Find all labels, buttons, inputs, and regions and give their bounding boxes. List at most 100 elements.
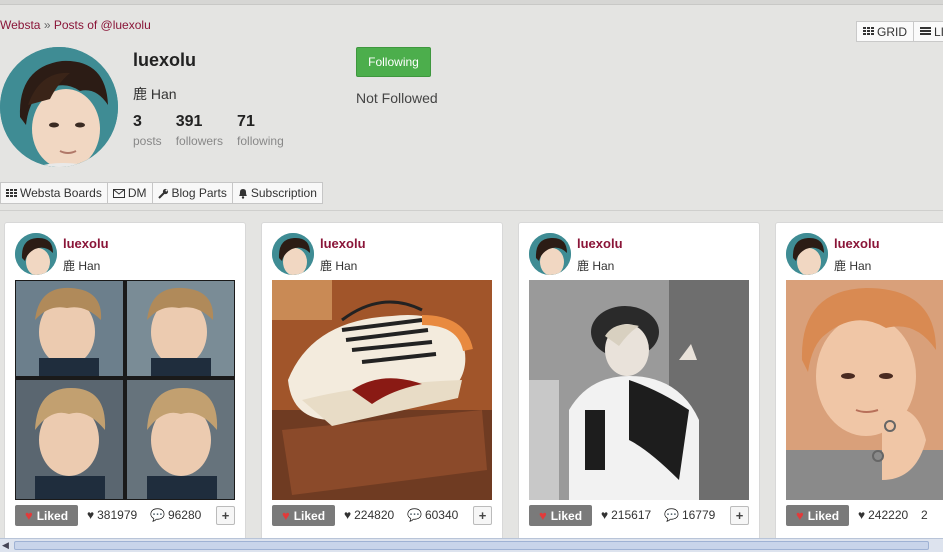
post-full-name: 鹿 Han — [63, 259, 101, 273]
like-count-value: 224820 — [354, 508, 395, 522]
stat-followers[interactable]: 391 followers — [176, 113, 223, 148]
blog-parts-button[interactable]: Blog Parts — [152, 182, 233, 204]
stat-followers-label: followers — [175, 134, 224, 148]
post-card: luexolu 鹿 Han ♥ Liked ♥ 242220 2 — [775, 222, 943, 552]
websta-boards-button[interactable]: Websta Boards — [0, 182, 108, 204]
like-count: ♥ 224820 — [344, 508, 394, 522]
blog-parts-label: Blog Parts — [171, 186, 227, 200]
table-icon — [6, 188, 17, 198]
heart-outline-icon: ♥ — [344, 508, 352, 522]
heart-outline-icon: ♥ — [858, 508, 866, 522]
stat-following[interactable]: 71 following — [237, 113, 284, 148]
stat-following-value: 71 — [237, 113, 255, 130]
comment-count-value: 60340 — [424, 508, 459, 522]
following-button[interactable]: Following — [356, 47, 431, 77]
scrollbar-thumb[interactable] — [14, 541, 929, 550]
post-avatar[interactable] — [529, 233, 571, 275]
post-avatar[interactable] — [15, 233, 57, 275]
grid-view-button[interactable]: GRID — [856, 21, 914, 42]
liked-button[interactable]: ♥ Liked — [272, 505, 335, 526]
list-icon — [920, 27, 931, 36]
grid-view-label: GRID — [877, 24, 907, 39]
stat-posts[interactable]: 3 posts — [133, 113, 162, 148]
post-username-link[interactable]: luexolu — [320, 236, 366, 251]
subscription-button[interactable]: Subscription — [232, 182, 323, 204]
post-card: luexolu 鹿 Han ♥ Liked ♥ 224820 💬 60340 + — [261, 222, 503, 552]
websta-boards-label: Websta Boards — [20, 186, 102, 200]
comment-count: 💬 60340 — [407, 508, 458, 522]
scroll-left-arrow-icon[interactable]: ◀ — [2, 540, 9, 551]
comment-count: 💬 96280 — [150, 508, 201, 522]
post-avatar[interactable] — [272, 233, 314, 275]
like-count-value: 215617 — [611, 508, 652, 522]
add-to-board-button[interactable]: + — [730, 506, 749, 525]
profile-full-name: 鹿 Han — [133, 86, 177, 102]
liked-label: Liked — [293, 508, 326, 523]
post-username-link[interactable]: luexolu — [834, 236, 880, 251]
post-photo[interactable] — [529, 280, 749, 500]
stat-posts-label: posts — [133, 134, 162, 148]
like-count: ♥ 215617 — [601, 508, 651, 522]
add-to-board-button[interactable]: + — [473, 506, 492, 525]
list-view-button[interactable]: LI — [914, 21, 943, 42]
view-toggle: GRID LI — [856, 21, 943, 42]
grid-icon — [863, 27, 874, 36]
post-card: luexolu 鹿 Han ♥ Liked ♥ 215617 💬 16779 + — [518, 222, 760, 552]
profile-username: luexolu — [133, 50, 197, 70]
subscription-label: Subscription — [250, 186, 317, 200]
comment-icon: 💬 — [407, 508, 422, 522]
comment-count-value: 96280 — [167, 508, 202, 522]
liked-button[interactable]: ♥ Liked — [529, 505, 592, 526]
heart-icon: ♥ — [281, 508, 290, 523]
stat-posts-value: 3 — [133, 113, 142, 130]
profile-toolbar: Websta Boards DM Blog Parts Subscription — [0, 182, 323, 204]
post-photo[interactable] — [786, 280, 943, 500]
profile-avatar[interactable] — [0, 47, 118, 167]
follow-status-text: Not Followed — [356, 90, 438, 106]
post-full-name: 鹿 Han — [577, 259, 615, 273]
profile-stats: 3 posts 391 followers 71 following — [133, 113, 284, 148]
heart-icon: ♥ — [538, 508, 547, 523]
list-view-label: LI — [934, 24, 943, 39]
plus-icon: + — [735, 508, 744, 523]
post-photo[interactable] — [15, 280, 235, 500]
heart-outline-icon: ♥ — [601, 508, 609, 522]
liked-button[interactable]: ♥ Liked — [15, 505, 78, 526]
top-bar — [0, 0, 943, 5]
like-count: ♥ 381979 — [87, 508, 137, 522]
post-card: luexolu 鹿 Han ♥ Liked ♥ 381979 💬 96280 + — [4, 222, 246, 552]
envelope-icon — [112, 188, 125, 198]
like-count-value: 381979 — [97, 508, 138, 522]
heart-icon: ♥ — [795, 508, 804, 523]
plus-icon: + — [221, 508, 230, 523]
liked-label: Liked — [550, 508, 583, 523]
dm-label: DM — [127, 186, 147, 200]
bell-icon — [238, 188, 247, 199]
add-to-board-button[interactable]: + — [216, 506, 235, 525]
post-full-name: 鹿 Han — [834, 259, 872, 273]
heart-outline-icon: ♥ — [87, 508, 95, 522]
post-username-link[interactable]: luexolu — [577, 236, 623, 251]
like-count-value: 242220 — [868, 508, 909, 522]
post-username-link[interactable]: luexolu — [63, 236, 109, 251]
post-avatar[interactable] — [786, 233, 828, 275]
breadcrumb-current-link[interactable]: Posts of @luexolu — [54, 18, 151, 32]
comment-count-value: 2 — [921, 508, 928, 522]
stat-followers-value: 391 — [175, 113, 203, 130]
wrench-icon — [157, 188, 168, 199]
stat-following-label: following — [237, 134, 284, 148]
liked-button[interactable]: ♥ Liked — [786, 505, 849, 526]
heart-icon: ♥ — [24, 508, 33, 523]
plus-icon: + — [478, 508, 487, 523]
liked-label: Liked — [807, 508, 840, 523]
comment-icon: 💬 — [664, 508, 679, 522]
breadcrumb-home-link[interactable]: Websta — [0, 18, 40, 32]
post-photo[interactable] — [272, 280, 492, 500]
comment-count: 2 — [921, 508, 928, 522]
breadcrumb: Websta » Posts of @luexolu — [0, 18, 151, 32]
dm-button[interactable]: DM — [107, 182, 153, 204]
horizontal-scrollbar[interactable]: ◀ — [0, 538, 943, 552]
comment-count: 💬 16779 — [664, 508, 715, 522]
comment-icon: 💬 — [150, 508, 165, 522]
liked-label: Liked — [36, 508, 69, 523]
